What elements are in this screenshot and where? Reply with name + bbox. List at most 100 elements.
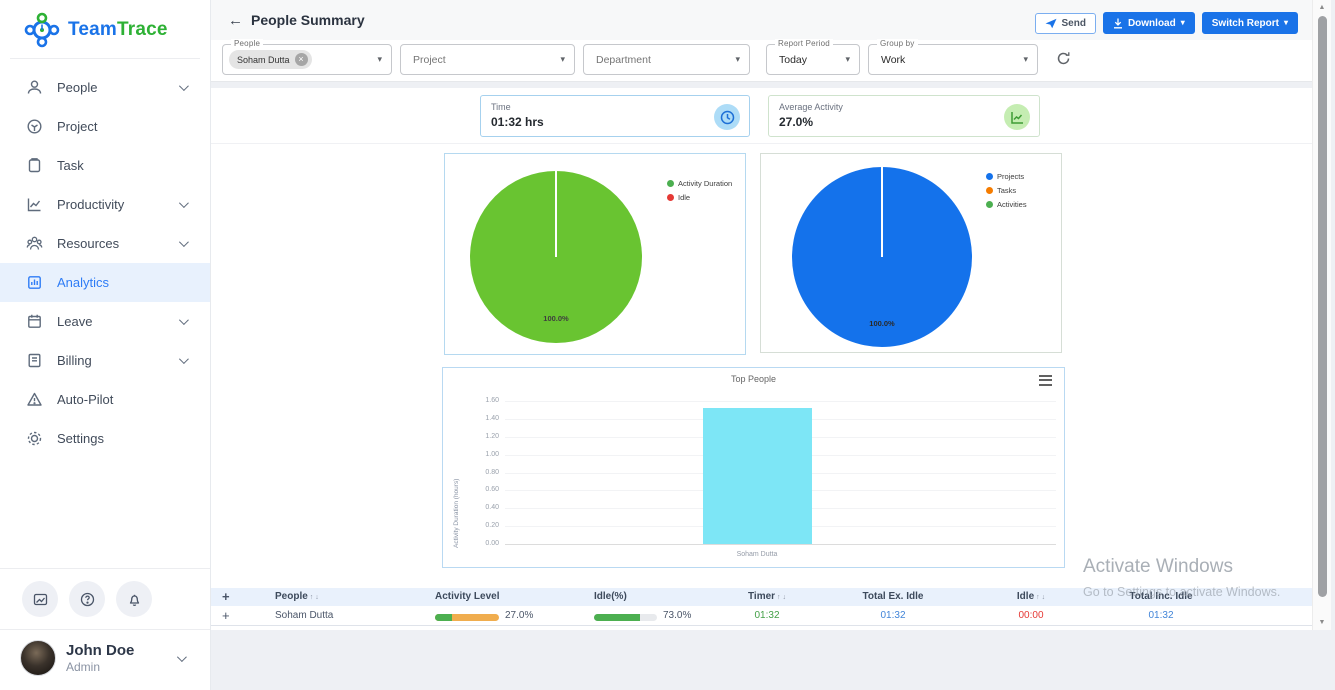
sidebar-item-productivity[interactable]: Productivity <box>0 185 210 224</box>
chevron-down-icon <box>179 315 189 325</box>
sidebar-item-task[interactable]: Task <box>0 146 210 185</box>
sidebar-item-label: Analytics <box>57 275 109 290</box>
y-tick: 1.60 <box>465 397 499 404</box>
scroll-up-icon[interactable]: ▲ <box>1313 4 1331 11</box>
sort-icons[interactable]: ↑ ↓ <box>1036 594 1045 601</box>
caret-down-icon: ▾ <box>735 54 740 65</box>
report-period-label: Report Period <box>775 39 833 48</box>
col-total-ex-idle: Total Ex. Idle <box>858 591 928 602</box>
cell-idle-pct: 73.0% <box>663 610 691 621</box>
people-icon <box>26 79 43 96</box>
cell-total-ex-idle: 01:32 <box>858 610 928 621</box>
download-button[interactable]: Download ▾ <box>1103 12 1195 34</box>
sidebar-item-project[interactable]: Project <box>0 107 210 146</box>
table-row: + Soham Dutta 27.0% 73.0% 01:32 01:32 00… <box>211 606 1312 626</box>
main-area: ← People Summary Send Download ▾ Switch … <box>211 0 1335 690</box>
help-button[interactable] <box>69 581 105 617</box>
back-arrow-icon[interactable]: ← <box>228 12 243 29</box>
brand-logo[interactable]: TeamTrace <box>0 0 210 58</box>
legend-item-tasks[interactable]: Tasks <box>986 186 1027 195</box>
sidebar-item-analytics[interactable]: Analytics <box>0 263 210 302</box>
department-filter[interactable]: Department ▾ <box>583 44 750 75</box>
expand-row-button[interactable]: + <box>222 609 230 622</box>
chevron-down-icon <box>179 198 189 208</box>
pie-slice-divider <box>881 167 883 257</box>
settings-icon <box>26 430 43 447</box>
cell-idle: 00:00 <box>996 610 1066 621</box>
group-by-value: Work <box>869 54 905 66</box>
legend-item-projects[interactable]: Projects <box>986 172 1027 181</box>
sidebar-item-label: Task <box>57 158 84 173</box>
people-chip: Soham Dutta × <box>229 50 312 69</box>
group-by-filter[interactable]: Group by Work ▾ <box>868 44 1038 75</box>
leave-icon <box>26 313 43 330</box>
col-idle[interactable]: Idle↑ ↓ <box>996 591 1066 602</box>
pie-data-label: 100.0% <box>856 319 908 328</box>
caret-down-icon: ▾ <box>845 54 850 65</box>
report-period-filter[interactable]: Report Period Today ▾ <box>766 44 860 75</box>
project-filter-placeholder: Project <box>401 54 446 66</box>
sidebar: TeamTrace People Project Task Productivi… <box>0 0 211 690</box>
sidebar-item-people[interactable]: People <box>0 68 210 107</box>
section-divider <box>211 143 1312 144</box>
sidebar-item-label: Settings <box>57 431 104 446</box>
group-by-label: Group by <box>877 39 918 48</box>
sidebar-item-auto-pilot[interactable]: Auto-Pilot <box>0 380 210 419</box>
sidebar-item-billing[interactable]: Billing <box>0 341 210 380</box>
sidebar-item-settings[interactable]: Settings <box>0 419 210 458</box>
caret-down-icon: ▾ <box>560 54 565 65</box>
x-axis-line <box>505 544 1056 545</box>
legend-item-activities[interactable]: Activities <box>986 200 1027 209</box>
sidebar-item-label: Project <box>57 119 97 134</box>
cell-total-inc-idle: 01:32 <box>1126 610 1196 621</box>
user-name: John Doe <box>66 642 134 659</box>
avatar <box>20 640 56 676</box>
chevron-down-icon <box>179 354 189 364</box>
send-button[interactable]: Send <box>1035 13 1096 34</box>
legend-dot-green <box>667 180 674 187</box>
chevron-down-icon <box>179 81 189 91</box>
caret-down-icon: ▾ <box>1023 54 1028 65</box>
autopilot-icon <box>26 391 43 408</box>
vertical-scrollbar[interactable]: ▲ ▼ <box>1312 0 1331 630</box>
y-tick: 0.80 <box>465 469 499 476</box>
col-people[interactable]: People↑ ↓ <box>275 591 319 602</box>
legend-dot-red <box>667 194 674 201</box>
notifications-button[interactable] <box>116 581 152 617</box>
sidebar-item-leave[interactable]: Leave <box>0 302 210 341</box>
caret-down-icon: ▾ <box>377 54 382 65</box>
idle-pct-bar <box>594 614 657 621</box>
chevron-down-icon <box>179 237 189 247</box>
average-activity-label: Average Activity <box>779 102 843 112</box>
department-filter-placeholder: Department <box>584 54 651 66</box>
refresh-icon[interactable] <box>1056 51 1071 66</box>
scroll-down-icon[interactable]: ▼ <box>1313 619 1331 626</box>
legend-item-activity-duration[interactable]: Activity Duration <box>667 179 732 188</box>
col-timer[interactable]: Timer↑ ↓ <box>732 591 802 602</box>
expand-all-button[interactable]: + <box>222 590 230 603</box>
pie-slice-divider <box>555 171 557 257</box>
bar-chart-title: Top People <box>443 374 1064 384</box>
switch-report-button[interactable]: Switch Report ▾ <box>1202 12 1298 34</box>
time-value: 01:32 hrs <box>491 115 544 129</box>
people-filter[interactable]: People Soham Dutta × ▾ <box>222 44 392 75</box>
project-filter[interactable]: Project ▾ <box>400 44 575 75</box>
scrollbar-thumb[interactable] <box>1318 16 1327 597</box>
clock-icon <box>714 104 740 130</box>
pie-data-label: 100.0% <box>530 314 582 323</box>
time-label: Time <box>491 102 511 112</box>
y-tick: 1.00 <box>465 451 499 458</box>
sidebar-menu: People Project Task Productivity Resourc… <box>0 59 210 458</box>
caret-down-icon: ▾ <box>1181 19 1185 27</box>
sidebar-item-resources[interactable]: Resources <box>0 224 210 263</box>
top-bar: ← People Summary Send Download ▾ Switch … <box>211 0 1312 40</box>
chip-close-icon[interactable]: × <box>295 53 308 66</box>
legend-item-idle[interactable]: Idle <box>667 193 732 202</box>
report-period-value: Today <box>767 54 807 66</box>
user-menu[interactable]: John Doe Admin <box>0 629 210 690</box>
cell-activity-pct: 27.0% <box>505 610 533 621</box>
sort-icons[interactable]: ↑ ↓ <box>310 594 319 601</box>
screenshot-button[interactable] <box>22 581 58 617</box>
chart-menu-icon[interactable] <box>1039 372 1052 388</box>
sort-icons[interactable]: ↑ ↓ <box>777 594 786 601</box>
